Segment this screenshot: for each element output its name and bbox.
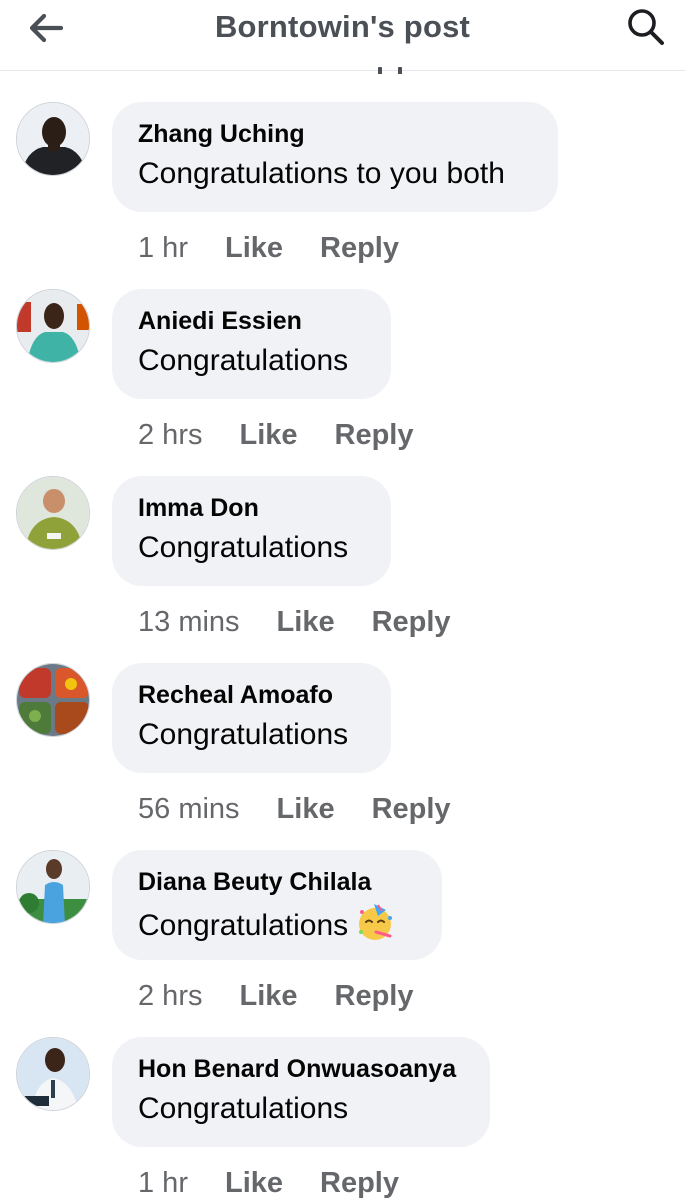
comment-actions: 13 mins Like Reply — [138, 602, 451, 642]
reply-button[interactable]: Reply — [320, 232, 399, 265]
comment-timestamp[interactable]: 1 hr — [138, 232, 188, 265]
comment-timestamp[interactable]: 1 hr — [138, 1167, 188, 1200]
comment-text: Congratulations — [138, 902, 416, 953]
comment-text-value: Congratulations — [138, 909, 349, 942]
profile-photo — [17, 103, 89, 175]
like-button[interactable]: Like — [277, 606, 335, 639]
comment-timestamp[interactable]: 2 hrs — [138, 980, 202, 1013]
comment-item: Aniedi Essien Congratulations 2 hrs Like… — [0, 289, 685, 476]
comment-bubble: Hon Benard Onwuasoanya Congratulations — [112, 1037, 490, 1147]
comment-text: Congratulations — [138, 718, 349, 751]
comment-author[interactable]: Recheal Amoafo — [138, 680, 365, 710]
comment-item: Diana Beuty Chilala Congratulations 2 hr… — [0, 850, 685, 1037]
comment-bubble: Zhang Uching Congratulations to you both — [112, 102, 558, 212]
like-button[interactable]: Like — [225, 1167, 283, 1200]
comment-item: Hon Benard Onwuasoanya Congratulations 1… — [0, 1037, 685, 1200]
like-button[interactable]: Like — [277, 793, 335, 826]
reply-button[interactable]: Reply — [335, 980, 414, 1013]
comment-timestamp[interactable]: 2 hrs — [138, 419, 202, 452]
comment-bubble: Recheal Amoafo Congratulations — [112, 663, 391, 773]
like-button[interactable]: Like — [239, 980, 297, 1013]
partying-face-emoji — [356, 902, 396, 953]
avatar[interactable] — [16, 476, 90, 550]
profile-photo — [17, 851, 89, 923]
profile-photo — [17, 1038, 89, 1110]
avatar[interactable] — [16, 289, 90, 363]
profile-photo — [17, 290, 89, 362]
like-button[interactable]: Like — [225, 232, 283, 265]
comment-item: Zhang Uching Congratulations to you both… — [0, 102, 685, 289]
reply-button[interactable]: Reply — [372, 606, 451, 639]
profile-photo — [17, 477, 89, 549]
comment-author[interactable]: Diana Beuty Chilala — [138, 867, 416, 897]
reply-button[interactable]: Reply — [320, 1167, 399, 1200]
comment-actions: 1 hr Like Reply — [138, 1163, 399, 1200]
comment-text: Congratulations — [138, 1092, 349, 1125]
search-button[interactable] — [623, 4, 669, 50]
comment-bubble: Diana Beuty Chilala Congratulations — [112, 850, 442, 960]
avatar[interactable] — [16, 1037, 90, 1111]
clipped-previous-comment-actions — [378, 64, 418, 74]
comment-author[interactable]: Zhang Uching — [138, 119, 532, 149]
comment-timestamp[interactable]: 56 mins — [138, 793, 240, 826]
comment-author[interactable]: Hon Benard Onwuasoanya — [138, 1054, 464, 1084]
comment-bubble: Imma Don Congratulations — [112, 476, 391, 586]
comment-text: Congratulations to you both — [138, 157, 505, 190]
comments-screen: Borntowin's post Zhang Uching Congratula… — [0, 0, 685, 1200]
comment-actions: 1 hr Like Reply — [138, 228, 399, 268]
page-title: Borntowin's post — [214, 9, 471, 44]
avatar[interactable] — [16, 850, 90, 924]
comment-timestamp[interactable]: 13 mins — [138, 606, 240, 639]
comment-text: Congratulations — [138, 531, 349, 564]
profile-photo — [17, 664, 89, 736]
comment-bubble: Aniedi Essien Congratulations — [112, 289, 391, 399]
avatar[interactable] — [16, 102, 90, 176]
comment-author[interactable]: Aniedi Essien — [138, 306, 365, 336]
reply-button[interactable]: Reply — [372, 793, 451, 826]
search-icon — [628, 9, 664, 45]
comment-actions: 56 mins Like Reply — [138, 789, 451, 829]
top-app-bar: Borntowin's post — [0, 0, 685, 71]
comment-item: Imma Don Congratulations 13 mins Like Re… — [0, 476, 685, 663]
comment-actions: 2 hrs Like Reply — [138, 415, 414, 455]
comment-author[interactable]: Imma Don — [138, 493, 365, 523]
comment-item: Recheal Amoafo Congratulations 56 mins L… — [0, 663, 685, 850]
like-button[interactable]: Like — [239, 419, 297, 452]
comment-text: Congratulations — [138, 344, 349, 377]
reply-button[interactable]: Reply — [335, 419, 414, 452]
avatar[interactable] — [16, 663, 90, 737]
comment-actions: 2 hrs Like Reply — [138, 976, 414, 1016]
